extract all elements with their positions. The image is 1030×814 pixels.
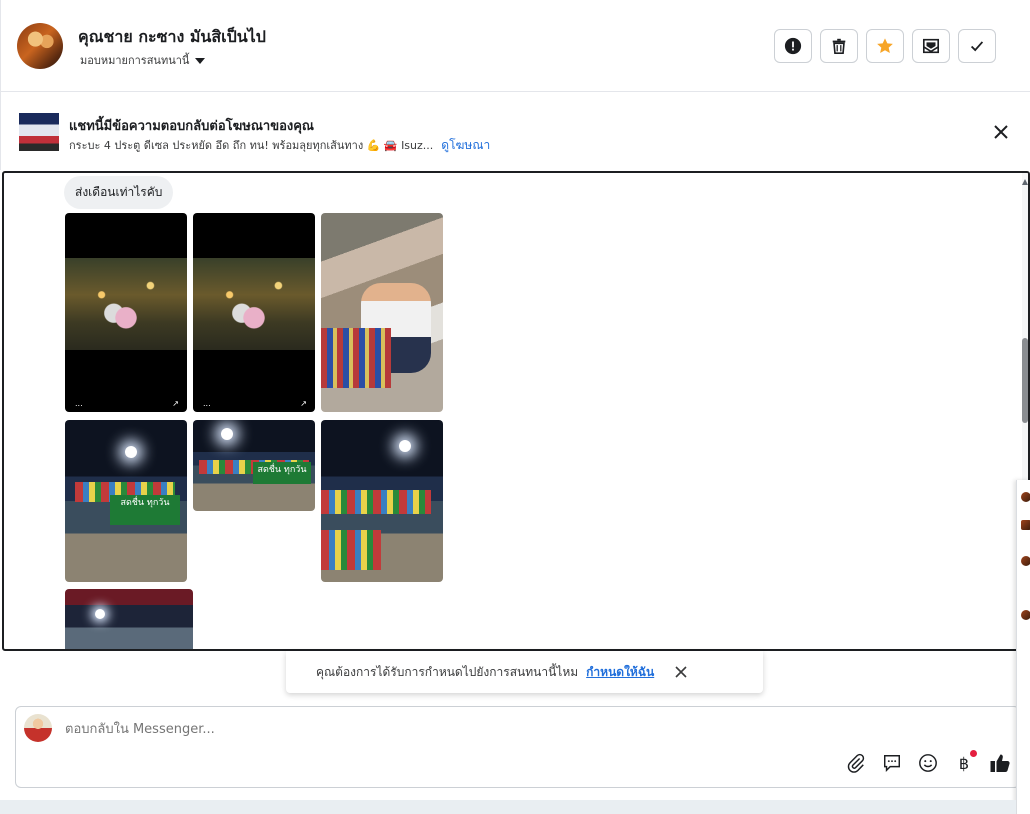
photo-scene — [125, 446, 137, 458]
view-ad-link[interactable]: ดูโฆษณา — [441, 136, 490, 155]
photo-caption: ... — [75, 399, 83, 408]
mark-unread-icon — [922, 38, 940, 54]
ad-banner-title: แชทนี้มีข้อความตอบกลับต่อโฆษณาของคุณ — [69, 119, 314, 134]
photo-scene — [321, 530, 381, 570]
delete-button[interactable] — [820, 29, 858, 63]
ad-banner-subtitle: กระบะ 4 ประตู ดีเซล ประหยัด อึด ถึก ทน! … — [69, 139, 434, 152]
expand-icon: ↗ — [172, 399, 179, 408]
scrollbar-thumb[interactable] — [1022, 338, 1028, 423]
saved-replies-button[interactable] — [881, 752, 903, 774]
assign-label: มอบหมายการสนทนานี้ — [80, 54, 190, 67]
like-button[interactable] — [989, 752, 1011, 774]
photo-scene — [95, 609, 105, 619]
mark-done-button[interactable] — [958, 29, 996, 63]
ad-thumbnail — [19, 113, 59, 151]
photo-sign: สดชื่น ทุกวัน — [110, 495, 180, 525]
photo-scene — [321, 328, 391, 388]
chat-head-avatar[interactable] — [1021, 556, 1030, 566]
photo-caption: ... — [203, 399, 211, 408]
chevron-down-icon — [195, 57, 206, 64]
ad-banner-subtitle-row: กระบะ 4 ประตู ดีเซล ประหยัด อึด ถึก ทน! … — [69, 136, 490, 155]
photo-attachment[interactable] — [65, 589, 193, 649]
chat-head-avatar[interactable] — [1021, 492, 1030, 502]
mark-spam-button[interactable] — [774, 29, 812, 63]
photo-attachment[interactable]: ... ↗ — [193, 213, 315, 412]
emoji-icon — [919, 754, 937, 772]
scroll-up-arrow[interactable] — [1022, 179, 1028, 185]
photo-attachment[interactable]: สดชื่น ทุกวัน — [65, 420, 187, 582]
alert-icon — [784, 37, 802, 55]
message-thread[interactable]: ส่งเดือนเท่าไรคับ ... ↗ ... ↗ สดชื่น ทุก… — [2, 171, 1030, 651]
bottom-strip — [0, 800, 1016, 814]
chat-head-avatar[interactable] — [1021, 610, 1030, 620]
photo-scene — [221, 428, 233, 440]
photo-attachment[interactable] — [321, 213, 443, 412]
saved-reply-icon — [884, 755, 900, 773]
star-button[interactable] — [866, 29, 904, 63]
close-icon[interactable] — [674, 665, 688, 679]
payment-button[interactable]: ฿ — [953, 750, 977, 774]
photo-attachment[interactable]: สดชื่น ทุกวัน — [193, 420, 315, 511]
mark-unread-button[interactable] — [912, 29, 950, 63]
star-icon — [877, 38, 893, 54]
conversation-header: คุณชาย กะซาง มันสิเป็นไป มอบหมายการสนทนา… — [0, 0, 1030, 92]
notification-dot — [970, 750, 977, 757]
paperclip-icon — [847, 753, 865, 773]
photo-scene — [399, 440, 411, 452]
reply-composer — [15, 706, 1020, 788]
emoji-button[interactable] — [917, 752, 939, 774]
reminder-text: คุณต้องการได้รับการกำหนดไปยังการสนทนานี้… — [316, 664, 579, 679]
message-bubble: ส่งเดือนเท่าไรคับ — [64, 176, 174, 209]
photo-sign: สดชื่น ทุกวัน — [253, 462, 311, 484]
page-avatar — [24, 714, 52, 742]
reply-input[interactable] — [63, 721, 567, 738]
baht-payment-icon: ฿ — [958, 753, 970, 773]
chat-head-avatar[interactable] — [1021, 520, 1030, 530]
photo-attachment[interactable] — [321, 420, 443, 582]
close-icon[interactable] — [990, 121, 1012, 143]
assign-conversation-dropdown[interactable]: มอบหมายการสนทนานี้ — [80, 51, 206, 69]
assign-to-me-link[interactable]: กำหนดให้ฉัน — [586, 663, 654, 682]
chat-heads-panel — [1016, 480, 1030, 814]
photo-scene — [65, 258, 187, 350]
trash-icon — [832, 38, 846, 55]
check-icon — [970, 41, 984, 52]
photo-scene — [321, 490, 431, 514]
photo-scene — [193, 258, 315, 350]
attach-file-button[interactable] — [845, 752, 867, 774]
composer-tools: ฿ — [845, 750, 1011, 774]
contact-name[interactable]: คุณชาย กะซาง มันสิเป็นไป — [78, 25, 266, 50]
contact-avatar[interactable] — [17, 23, 63, 69]
thumbs-up-icon — [990, 754, 1010, 772]
expand-icon: ↗ — [300, 399, 307, 408]
header-actions — [774, 29, 996, 63]
photo-attachment[interactable]: ... ↗ — [65, 213, 187, 412]
assign-reminder: คุณต้องการได้รับการกำหนดไปยังการสนทนานี้… — [286, 651, 763, 693]
